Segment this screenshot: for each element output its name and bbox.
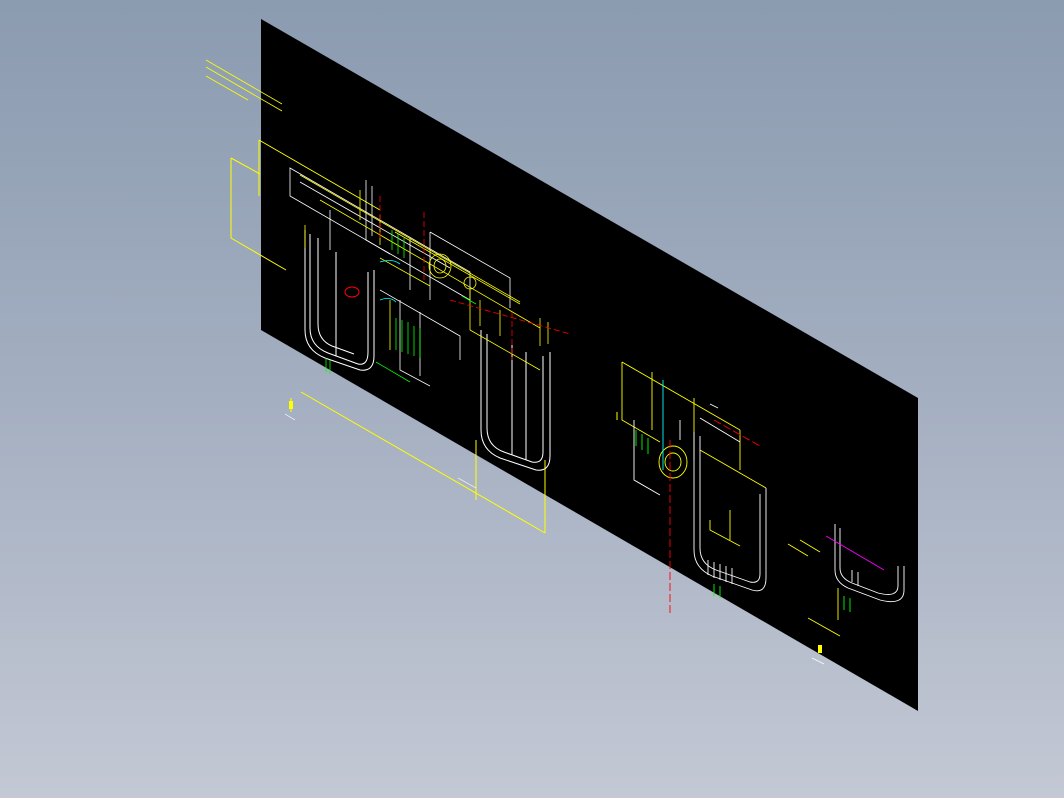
drawing-sheet bbox=[261, 19, 918, 711]
cad-viewport[interactable] bbox=[0, 0, 1064, 798]
isometric-drawing-view[interactable] bbox=[0, 0, 1064, 798]
